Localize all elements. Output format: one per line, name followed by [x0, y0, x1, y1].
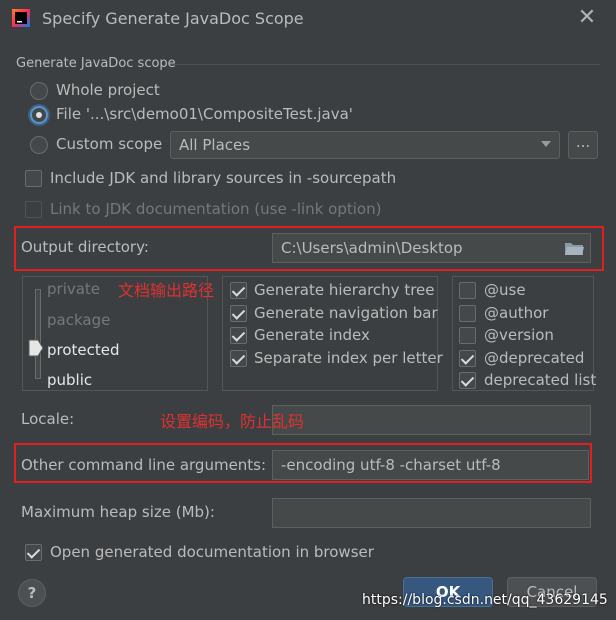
generate-options-panel: Generate hierarchy tree Generate navigat… — [222, 276, 443, 391]
whole-project-label: Whole project — [56, 81, 160, 99]
section-divider — [170, 64, 600, 65]
output-path-annotation: 文档输出路径 — [118, 281, 215, 300]
version-tag-checkbox[interactable] — [459, 327, 476, 344]
use-tag-checkbox[interactable] — [459, 282, 476, 299]
other-args-label: Other command line arguments: — [21, 456, 267, 474]
custom-scope-radio[interactable] — [30, 136, 48, 154]
version-tag-label: @version — [484, 326, 554, 344]
title-bar: Specify Generate JavaDoc Scope ✕ — [0, 0, 616, 38]
deprecated-tag-checkbox[interactable] — [459, 350, 476, 367]
locale-label: Locale: — [21, 410, 75, 428]
window-title: Specify Generate JavaDoc Scope — [42, 9, 304, 28]
visibility-level-private[interactable]: private — [47, 280, 100, 298]
open-in-browser-label: Open generated documentation in browser — [50, 543, 374, 561]
browse-scope-button[interactable]: ... — [568, 131, 598, 159]
generate-hierarchy-label: Generate hierarchy tree — [254, 281, 435, 299]
locale-input[interactable] — [272, 405, 591, 435]
separate-index-label: Separate index per letter — [254, 349, 443, 367]
link-jdk-label: Link to JDK documentation (use -link opt… — [50, 200, 382, 218]
deprecated-list-checkbox[interactable] — [459, 372, 476, 389]
watermark-text: https://blog.csdn.net/qq_43629145 — [362, 592, 608, 608]
link-jdk-checkbox — [25, 201, 42, 218]
custom-scope-dropdown[interactable]: All Places — [170, 131, 560, 159]
visibility-level-package[interactable]: package — [47, 311, 110, 329]
generate-index-label: Generate index — [254, 326, 370, 344]
output-directory-value: C:\Users\admin\Desktop — [281, 239, 463, 257]
visibility-level-protected[interactable]: protected — [47, 341, 120, 359]
custom-scope-value: All Places — [179, 136, 251, 154]
scope-section-title: Generate JavaDoc scope — [16, 56, 176, 71]
close-icon[interactable]: ✕ — [576, 7, 598, 29]
other-args-value: -encoding utf-8 -charset utf-8 — [281, 456, 501, 474]
open-in-browser-checkbox[interactable] — [25, 544, 42, 561]
heap-size-label: Maximum heap size (Mb): — [21, 503, 215, 521]
output-directory-label: Output directory: — [21, 238, 149, 256]
encoding-annotation: 设置编码，防止乱码 — [160, 412, 305, 431]
use-tag-label: @use — [484, 281, 526, 299]
author-tag-label: @author — [484, 304, 549, 322]
generate-hierarchy-checkbox[interactable] — [230, 282, 247, 299]
generate-navbar-label: Generate navigation bar — [254, 304, 438, 322]
intellij-app-icon — [12, 9, 30, 27]
chevron-down-icon — [541, 141, 551, 147]
file-scope-label: File '...\src\demo01\CompositeTest.java' — [56, 105, 353, 123]
include-jdk-label: Include JDK and library sources in -sour… — [50, 169, 397, 187]
generate-index-checkbox[interactable] — [230, 327, 247, 344]
help-button[interactable]: ? — [18, 579, 46, 607]
output-directory-field[interactable]: C:\Users\admin\Desktop — [272, 233, 591, 263]
deprecated-list-label: deprecated list — [484, 371, 597, 389]
tag-options-panel: @use @author @version @deprecated deprec… — [452, 276, 597, 391]
heap-size-input[interactable] — [272, 498, 591, 528]
custom-scope-label: Custom scope — [56, 135, 163, 153]
visibility-slider-track[interactable] — [35, 289, 41, 379]
other-args-input[interactable]: -encoding utf-8 -charset utf-8 — [272, 450, 589, 480]
deprecated-tag-label: @deprecated — [484, 349, 585, 367]
generate-navbar-checkbox[interactable] — [230, 305, 247, 322]
file-radio[interactable] — [30, 106, 48, 124]
include-jdk-checkbox[interactable] — [25, 170, 42, 187]
folder-icon[interactable] — [564, 240, 584, 256]
slider-thumb-icon[interactable] — [28, 339, 44, 357]
whole-project-radio[interactable] — [30, 82, 48, 100]
visibility-level-public[interactable]: public — [47, 371, 92, 389]
separate-index-checkbox[interactable] — [230, 350, 247, 367]
author-tag-checkbox[interactable] — [459, 305, 476, 322]
